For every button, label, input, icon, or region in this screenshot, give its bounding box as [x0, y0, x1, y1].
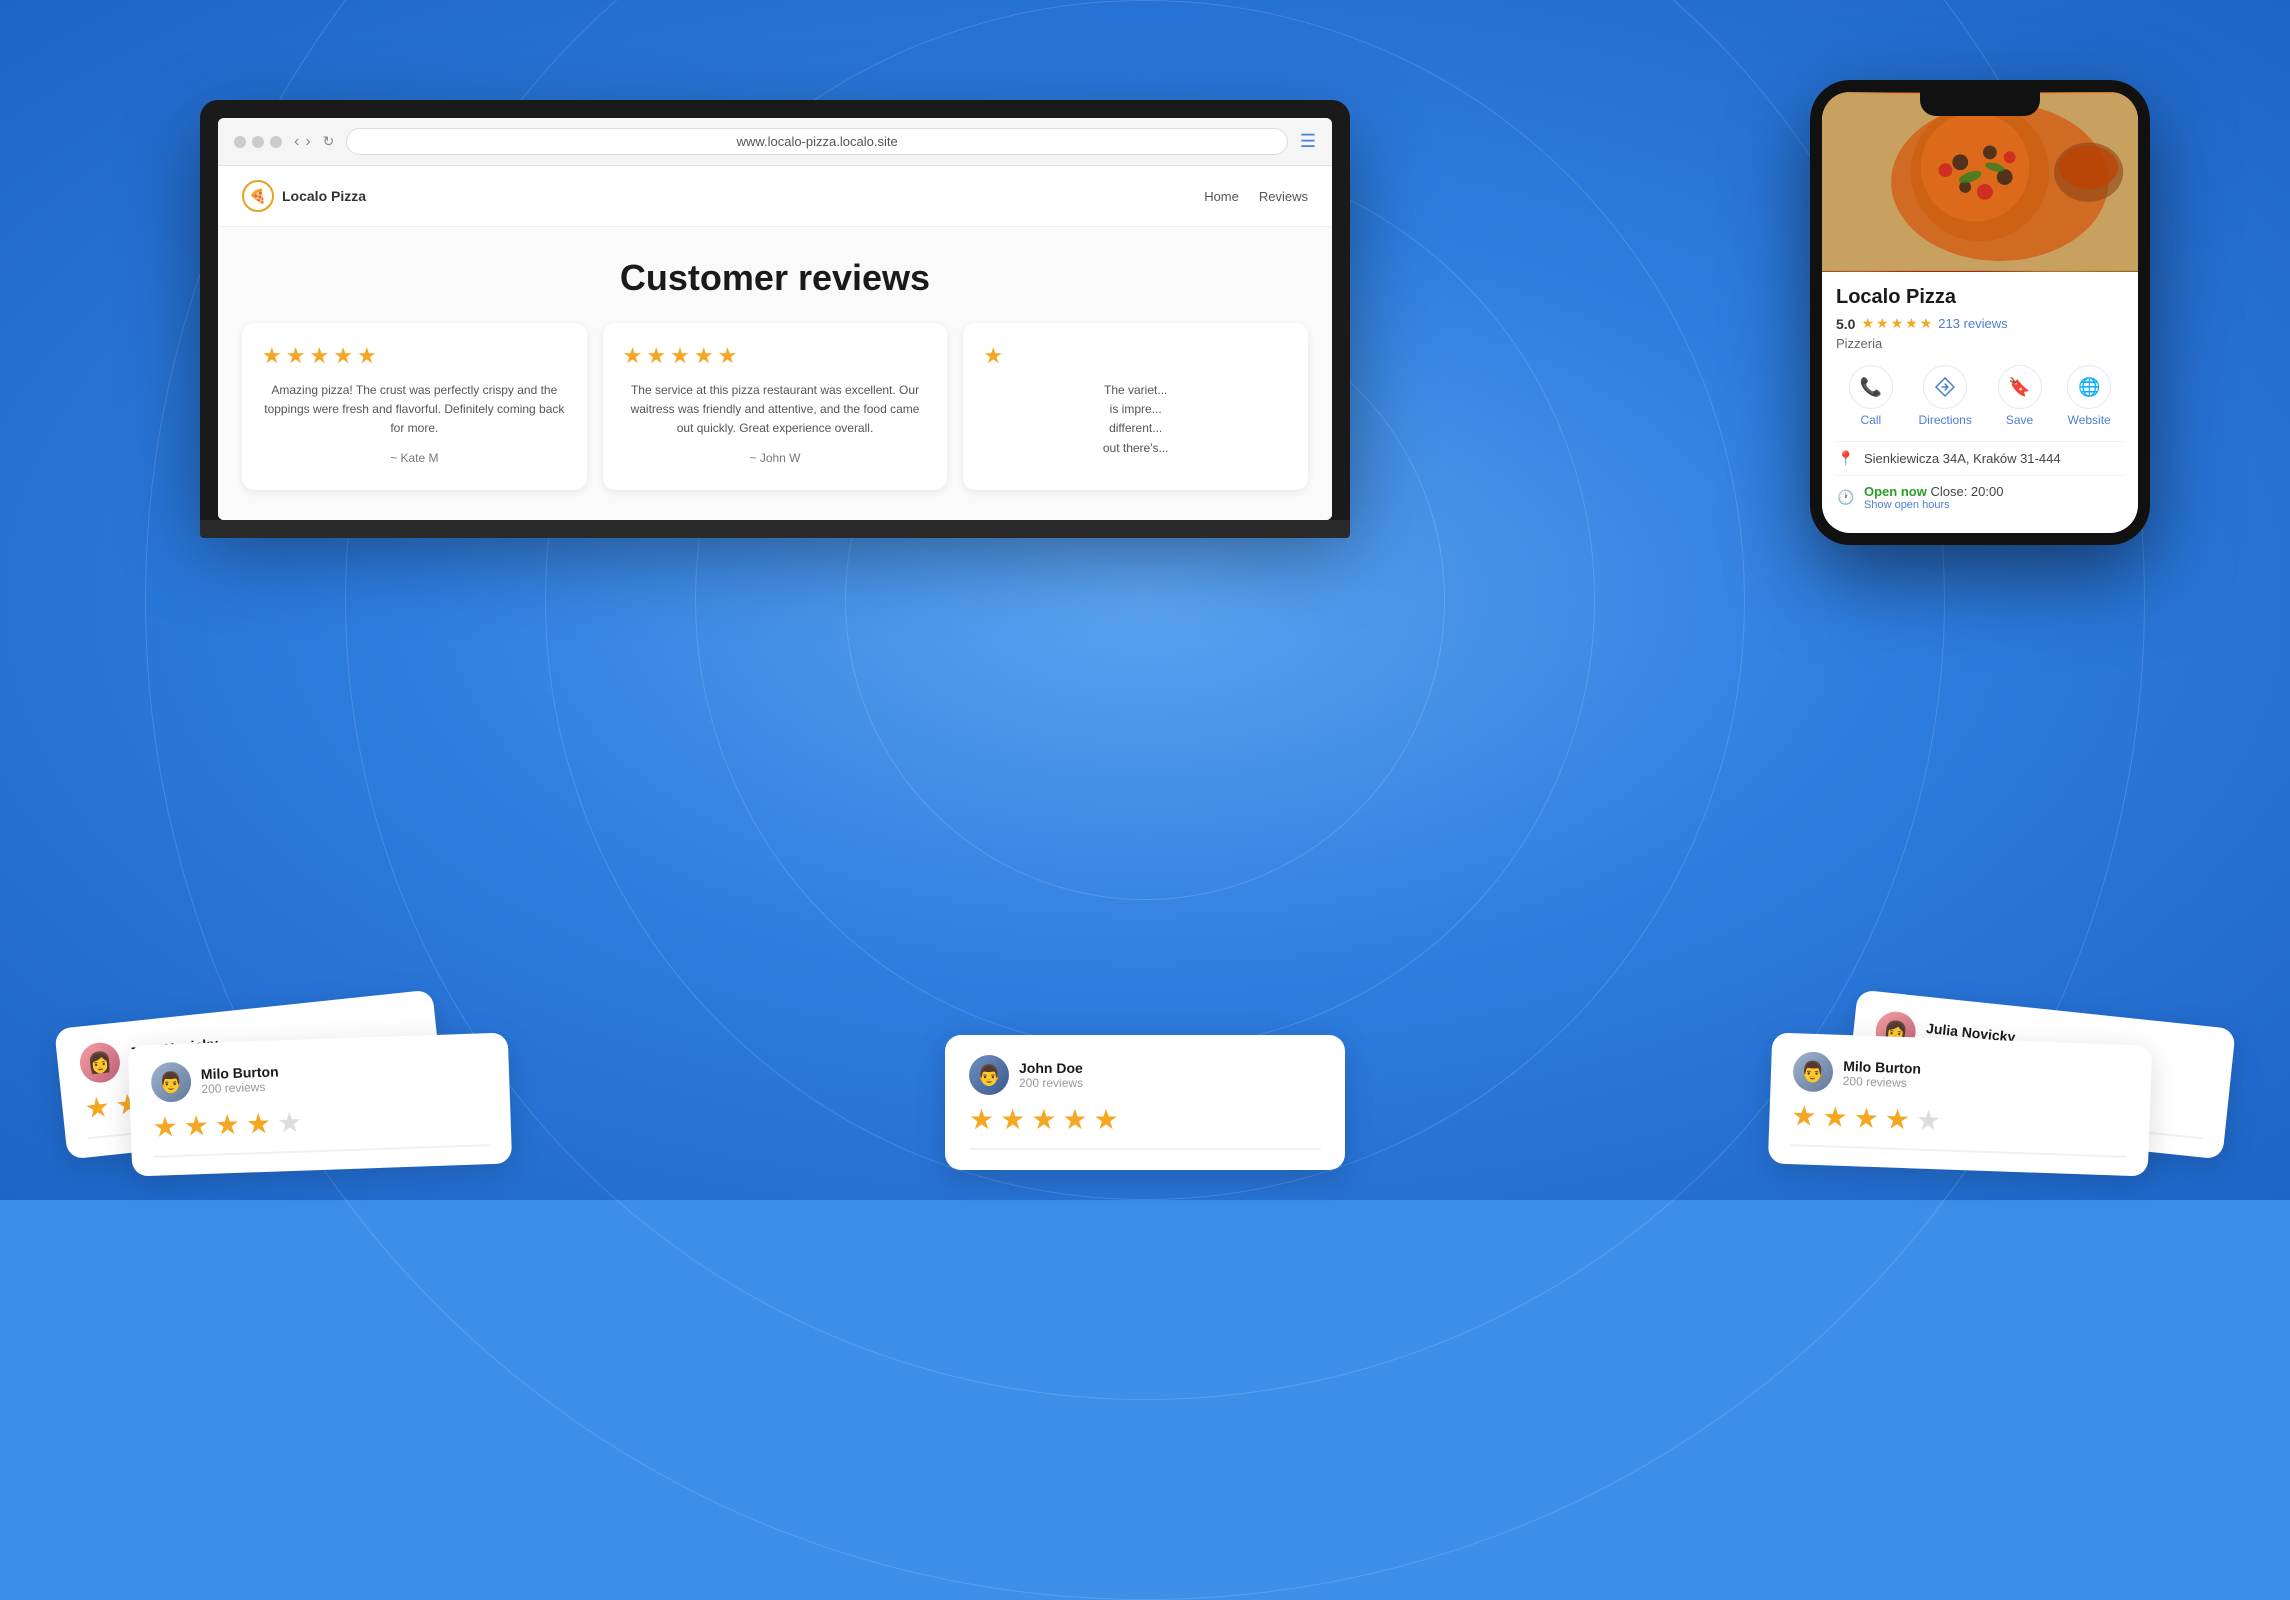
- review-author-2: ~ John W: [623, 451, 928, 465]
- website-navbar: 🍕 Localo Pizza Home Reviews: [218, 166, 1332, 227]
- location-pin-icon: 📍: [1836, 450, 1856, 467]
- save-icon: 🔖: [1998, 365, 2042, 409]
- phone-address-row: 📍 Sienkiewicza 34A, Kraków 31-444: [1836, 441, 2124, 475]
- directions-icon: [1923, 365, 1967, 409]
- url-bar[interactable]: www.localo-pizza.localo.site: [346, 128, 1287, 155]
- logo-text: Localo Pizza: [282, 188, 366, 204]
- website-content: Customer reviews ★ ★ ★ ★ ★ Amazing pizza…: [218, 227, 1332, 520]
- avatar-milo-2: 👨: [1792, 1051, 1833, 1092]
- reviews-grid: ★ ★ ★ ★ ★ Amazing pizza! The crust was p…: [242, 323, 1308, 490]
- reviews-heading: Customer reviews: [242, 257, 1308, 299]
- phone-hours-row: 🕐 Open now Close: 20:00 Show open hours: [1836, 475, 2124, 519]
- clock-icon: 🕐: [1836, 489, 1856, 506]
- call-icon: 📞: [1849, 365, 1893, 409]
- maximize-dot: [270, 136, 282, 148]
- nav-home[interactable]: Home: [1204, 189, 1239, 204]
- divider-center: [969, 1148, 1321, 1150]
- card-stars-2: ★ ★ ★ ★ ★: [152, 1099, 489, 1144]
- phone-screen: Localo Pizza 5.0 ★ ★ ★ ★ ★ 213 reviews P…: [1822, 92, 2138, 533]
- open-status: Open now: [1864, 484, 1927, 499]
- website-label: Website: [2068, 413, 2111, 427]
- phone-action-call[interactable]: 📞 Call: [1849, 365, 1893, 427]
- review-card-2: ★ ★ ★ ★ ★ The service at this pizza rest…: [603, 323, 948, 490]
- floating-card-center: 👨 John Doe 200 reviews ★ ★ ★ ★ ★: [945, 1035, 1345, 1170]
- laptop-screen: ‹ › ↻ www.localo-pizza.localo.site ☰ 🍕 L…: [218, 118, 1332, 520]
- review-stars-1: ★ ★ ★ ★ ★: [262, 343, 567, 369]
- phone-actions: 📞 Call Directions 🔖: [1836, 365, 2124, 427]
- phone-category: Pizzeria: [1836, 336, 2124, 351]
- phone-review-count[interactable]: 213 reviews: [1938, 316, 2007, 331]
- url-text: www.localo-pizza.localo.site: [737, 134, 898, 149]
- phone-rating-row: 5.0 ★ ★ ★ ★ ★ 213 reviews: [1836, 315, 2124, 332]
- phone-action-website[interactable]: 🌐 Website: [2067, 365, 2111, 427]
- laptop: ‹ › ↻ www.localo-pizza.localo.site ☰ 🍕 L…: [200, 100, 1350, 538]
- close-time-value: Close: 20:00: [1930, 484, 2003, 499]
- review-text-2: The service at this pizza restaurant was…: [623, 381, 928, 439]
- phone-hours-info: Open now Close: 20:00 Show open hours: [1864, 484, 2003, 511]
- website-logo: 🍕 Localo Pizza: [242, 180, 366, 212]
- review-card-1: ★ ★ ★ ★ ★ Amazing pizza! The crust was p…: [242, 323, 587, 490]
- review-card-3: ★ The variet...is impre...different...ou…: [963, 323, 1308, 490]
- avatar-milo-1: 👨: [150, 1061, 191, 1102]
- reviewer-row-2: 👨 Milo Burton 200 reviews: [150, 1051, 487, 1103]
- nav-reviews[interactable]: Reviews: [1259, 189, 1308, 204]
- window-controls: [234, 136, 282, 148]
- hamburger-menu-icon[interactable]: ☰: [1300, 131, 1316, 152]
- floating-card-2: 👨 Milo Burton 200 reviews ★ ★ ★ ★ ★: [128, 1032, 512, 1176]
- pizza-svg: [1822, 92, 2138, 272]
- refresh-button[interactable]: ↻: [323, 133, 335, 150]
- reviewer-name-center: John Doe: [1019, 1060, 1321, 1076]
- phone-info: Localo Pizza 5.0 ★ ★ ★ ★ ★ 213 reviews P…: [1822, 272, 2138, 533]
- phone-business-name: Localo Pizza: [1836, 286, 2124, 309]
- avatar-julia-1: 👩: [78, 1041, 122, 1085]
- website-nav-links: Home Reviews: [1204, 189, 1308, 204]
- website-icon: 🌐: [2067, 365, 2111, 409]
- divider-2: [154, 1144, 490, 1158]
- review-text-1: Amazing pizza! The crust was perfectly c…: [262, 381, 567, 439]
- nav-arrows: ‹ ›: [294, 133, 311, 151]
- pizza-hero-image: [1822, 92, 2138, 272]
- avatar-john: 👨: [969, 1055, 1009, 1095]
- browser-chrome: ‹ › ↻ www.localo-pizza.localo.site ☰: [218, 118, 1332, 166]
- card-stars-center: ★ ★ ★ ★ ★: [969, 1103, 1321, 1136]
- phone-action-save[interactable]: 🔖 Save: [1998, 365, 2042, 427]
- reviewer-count-center: 200 reviews: [1019, 1076, 1321, 1090]
- close-dot: [234, 136, 246, 148]
- review-author-1: ~ Kate M: [262, 451, 567, 465]
- phone-address: Sienkiewicza 34A, Kraków 31-444: [1864, 451, 2061, 466]
- reviewer-row-right-2: 👨 Milo Burton 200 reviews: [1792, 1051, 2129, 1103]
- phone-action-directions[interactable]: Directions: [1918, 365, 1971, 427]
- floating-card-right-2: 👨 Milo Burton 200 reviews ★ ★ ★ ★ ★: [1768, 1032, 2152, 1176]
- card-stars-right-2: ★ ★ ★ ★ ★: [1791, 1099, 2128, 1144]
- phone-notch: [1920, 92, 2040, 116]
- directions-label: Directions: [1918, 413, 1971, 427]
- review-stars-3: ★: [983, 343, 1288, 369]
- divider-right-2: [1790, 1144, 2126, 1158]
- review-stars-2: ★ ★ ★ ★ ★: [623, 343, 928, 369]
- laptop-base: [200, 520, 1350, 538]
- phone-stars: ★ ★ ★ ★ ★: [1861, 315, 1932, 332]
- back-arrow[interactable]: ‹: [294, 133, 299, 151]
- logo-icon: 🍕: [242, 180, 274, 212]
- reviewer-row-center: 👨 John Doe 200 reviews: [969, 1055, 1321, 1095]
- forward-arrow[interactable]: ›: [305, 133, 310, 151]
- phone-rating-number: 5.0: [1836, 316, 1855, 332]
- review-text-3: The variet...is impre...different...out …: [983, 381, 1288, 458]
- minimize-dot: [252, 136, 264, 148]
- save-label: Save: [2006, 413, 2033, 427]
- call-label: Call: [1860, 413, 1881, 427]
- phone: Localo Pizza 5.0 ★ ★ ★ ★ ★ 213 reviews P…: [1810, 80, 2150, 545]
- show-hours-link[interactable]: Show open hours: [1864, 499, 2003, 511]
